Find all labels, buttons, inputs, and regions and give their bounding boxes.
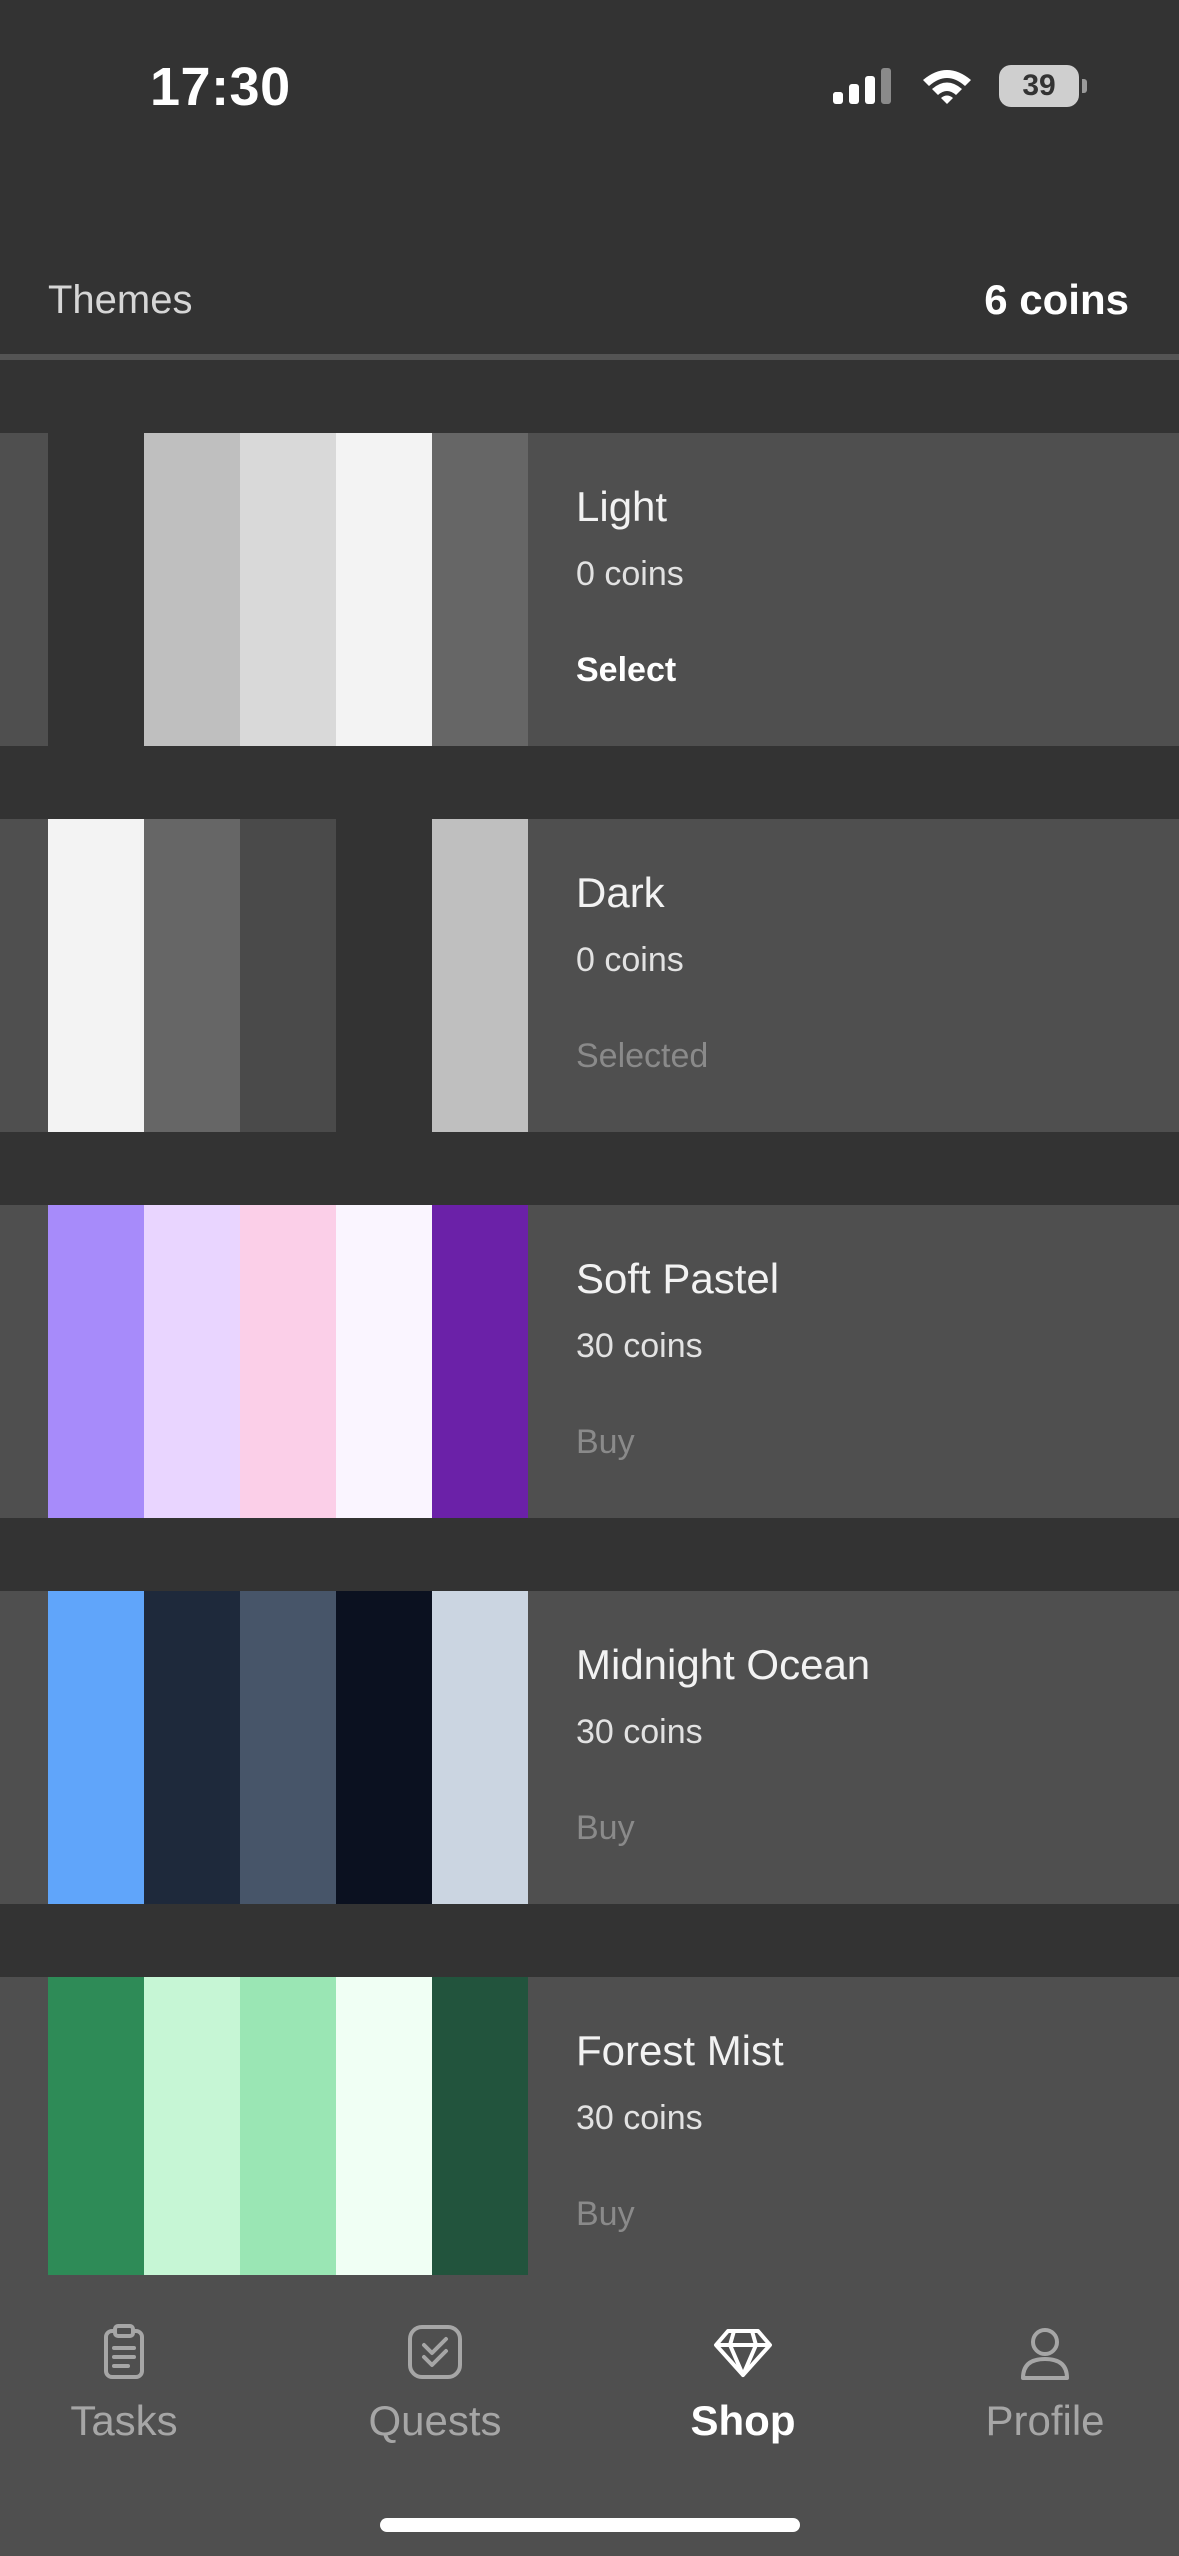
theme-name: Forest Mist	[576, 2027, 784, 2074]
tab-tasks[interactable]: Tasks	[4, 2321, 244, 2445]
swatch	[240, 1977, 336, 2290]
swatch	[240, 433, 336, 746]
swatch	[48, 1977, 144, 2290]
swatch	[432, 1205, 528, 1518]
theme-name: Light	[576, 483, 668, 530]
swatch	[240, 1205, 336, 1518]
status-icons: 39	[833, 60, 1087, 112]
swatch	[432, 1591, 528, 1904]
theme-price: 30 coins	[576, 1713, 703, 1751]
swatch	[432, 819, 528, 1132]
color-swatches	[48, 1591, 528, 1904]
swatch	[336, 819, 432, 1132]
diamond-icon	[714, 2329, 772, 2377]
theme-price: 30 coins	[576, 1327, 703, 1365]
swatch	[432, 1977, 528, 2290]
tab-quests[interactable]: Quests	[315, 2321, 555, 2445]
swatch	[48, 819, 144, 1132]
theme-price: 0 coins	[576, 555, 684, 593]
swatch	[144, 1591, 240, 1904]
swatch	[48, 1591, 144, 1904]
cellular-signal-icon	[833, 68, 891, 104]
theme-card-soft-pastel: Soft Pastel 30 coins Buy	[0, 1205, 1179, 1518]
status-time: 17:30	[150, 57, 291, 117]
bottom-tab-bar: Tasks Quests Shop Profile	[0, 2275, 1179, 2556]
swatch	[144, 1977, 240, 2290]
tab-label: Shop	[690, 2397, 796, 2444]
theme-card-dark: Dark 0 coins Selected	[0, 819, 1179, 1132]
tab-profile[interactable]: Profile	[925, 2321, 1165, 2445]
swatch	[336, 1977, 432, 2290]
check-square-icon	[408, 2325, 462, 2379]
theme-price: 30 coins	[576, 2099, 703, 2137]
buy-button[interactable]: Buy	[576, 1423, 635, 1462]
shop-header: Themes 6 coins	[0, 250, 1179, 356]
color-swatches	[48, 1205, 528, 1518]
swatch	[144, 819, 240, 1132]
theme-name: Midnight Ocean	[576, 1641, 871, 1688]
color-swatches	[48, 819, 528, 1132]
swatch	[48, 433, 144, 746]
coin-balance: 6 coins	[984, 276, 1129, 323]
theme-card-forest-mist: Forest Mist 30 coins Buy	[0, 1977, 1179, 2290]
theme-name: Soft Pastel	[576, 1255, 780, 1302]
swatch	[336, 1205, 432, 1518]
swatch	[336, 433, 432, 746]
tab-label: Quests	[368, 2397, 502, 2444]
home-indicator[interactable]	[380, 2518, 800, 2532]
tab-label: Profile	[985, 2397, 1105, 2444]
swatch	[144, 1205, 240, 1518]
swatch	[432, 433, 528, 746]
tab-shop[interactable]: Shop	[623, 2321, 863, 2445]
swatch	[144, 433, 240, 746]
buy-button[interactable]: Buy	[576, 2195, 635, 2234]
theme-price: 0 coins	[576, 941, 684, 979]
swatch	[336, 1591, 432, 1904]
swatch	[240, 1591, 336, 1904]
selected-label: Selected	[576, 1037, 709, 1075]
page-title: Themes	[48, 278, 193, 322]
header-divider	[0, 354, 1179, 360]
status-bar: 17:30 39	[0, 0, 1179, 175]
theme-card-midnight-ocean: Midnight Ocean 30 coins Buy	[0, 1591, 1179, 1904]
theme-name: Dark	[576, 869, 665, 916]
user-icon	[1021, 2328, 1069, 2380]
swatch	[240, 819, 336, 1132]
select-button[interactable]: Select	[576, 651, 676, 690]
theme-card-light: Light 0 coins Select	[0, 433, 1179, 746]
clipboard-icon	[104, 2324, 144, 2379]
swatch	[48, 1205, 144, 1518]
wifi-icon	[923, 70, 971, 104]
color-swatches	[48, 433, 528, 746]
tab-label: Tasks	[70, 2397, 178, 2444]
battery-icon: 39	[999, 65, 1087, 107]
buy-button[interactable]: Buy	[576, 1809, 635, 1848]
color-swatches	[48, 1977, 528, 2290]
